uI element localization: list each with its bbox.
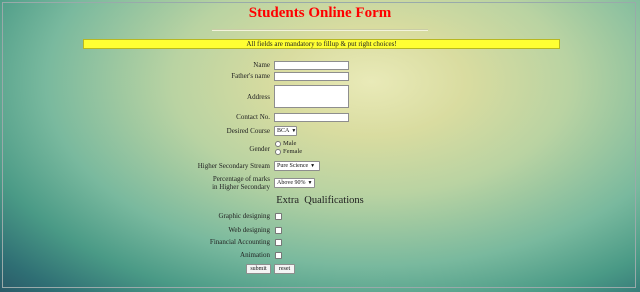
course-select[interactable]: BCA ▼ (274, 126, 297, 136)
chevron-down-icon: ▼ (307, 181, 313, 186)
submit-button[interactable]: submit (246, 264, 271, 274)
contact-label: Contact No. (236, 113, 270, 121)
gender-male-option[interactable]: Male (275, 140, 296, 147)
radio-female[interactable] (275, 148, 281, 155)
extra-qualifications-heading: Extra Qualifications (0, 195, 640, 206)
reset-button[interactable]: reset (274, 264, 295, 274)
address-textarea[interactable] (274, 85, 349, 108)
qualification-label: Graphic designing (218, 212, 270, 220)
contact-input[interactable] (274, 113, 349, 122)
extra-heading-word2: Qualifications (304, 195, 364, 206)
gender-male-label: Male (283, 140, 297, 147)
marks-label-line2: in Higher Secondary (212, 183, 270, 191)
course-select-value: BCA (277, 128, 290, 134)
radio-male[interactable] (275, 140, 281, 147)
mandatory-notice: All fields are mandatory to fillup & put… (83, 39, 560, 49)
father-name-input[interactable] (274, 72, 349, 81)
course-label: Desired Course (226, 127, 270, 135)
chevron-down-icon: ▼ (310, 164, 316, 169)
qualification-label: Animation (240, 251, 270, 259)
stream-label: Higher Secondary Stream (197, 162, 270, 170)
marks-select-value: Above 90% (277, 180, 306, 186)
page-title: Students Online Form (248, 5, 392, 21)
title-divider (212, 29, 428, 31)
chevron-down-icon: ▼ (291, 129, 297, 134)
marks-label-line1: Percentage of marks (212, 175, 270, 183)
checkbox-animation[interactable] (275, 252, 282, 259)
checkbox-financial-accounting[interactable] (275, 239, 282, 246)
gender-female-label: Female (283, 148, 303, 155)
stream-select-value: Pure Science (277, 163, 309, 169)
checkbox-graphic-designing[interactable] (275, 213, 282, 220)
gender-female-option[interactable]: Female (275, 148, 302, 155)
qualification-label: Web designing (228, 226, 270, 234)
name-input[interactable] (274, 61, 349, 70)
address-label: Address (247, 93, 270, 101)
gender-label: Gender (249, 145, 270, 153)
stream-select[interactable]: Pure Science ▼ (274, 161, 320, 171)
father-name-label: Father's name (231, 72, 270, 80)
qualification-label: Financial Accounting (209, 238, 270, 246)
name-label: Name (253, 61, 270, 69)
extra-heading-word1: Extra (276, 195, 299, 206)
checkbox-web-designing[interactable] (275, 227, 282, 234)
marks-select[interactable]: Above 90% ▼ (274, 178, 315, 188)
